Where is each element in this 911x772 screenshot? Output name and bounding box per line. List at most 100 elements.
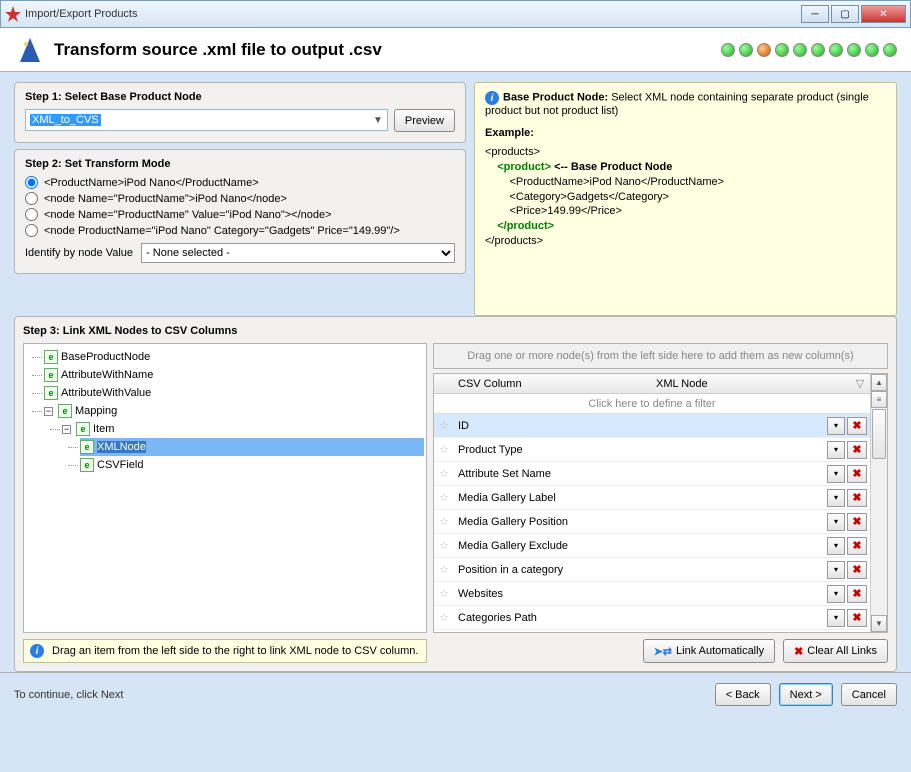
grid-header: CSV Column XML Node ▽ [434, 374, 870, 394]
step1-panel: Step 1: Select Base Product Node XML_to_… [14, 82, 466, 143]
continue-note: To continue, click Next [14, 689, 715, 701]
delete-button[interactable]: ✖ [847, 441, 867, 459]
filter-row[interactable]: Click here to define a filter [434, 394, 870, 414]
tree-node[interactable]: eAttributeWithValue [44, 384, 424, 402]
star-icon[interactable]: ☆ [434, 443, 454, 456]
info-icon: i [30, 644, 44, 658]
scroll-up-icon[interactable]: ▲ [871, 374, 887, 391]
maximize-button[interactable]: ▢ [831, 5, 859, 23]
footer: To continue, click Next < Back Next > Ca… [0, 672, 911, 716]
titlebar[interactable]: Import/Export Products ─ ▢ ✕ [0, 0, 911, 28]
grid-row[interactable]: ☆Media Gallery Position▾✖ [434, 510, 870, 534]
radio-input[interactable] [25, 176, 38, 189]
grid-row[interactable]: ☆Websites▾✖ [434, 582, 870, 606]
tree-node-selected[interactable]: eXMLNode [80, 438, 424, 456]
dropdown-button[interactable]: ▾ [827, 609, 845, 627]
transform-mode-option[interactable]: <node Name="ProductName" Value="iPod Nan… [25, 208, 455, 221]
radio-input[interactable] [25, 224, 38, 237]
drop-zone[interactable]: Drag one or more node(s) from the left s… [433, 343, 888, 369]
star-icon[interactable]: ☆ [434, 611, 454, 624]
base-node-combo[interactable]: XML_to_CVS ▼ [25, 109, 388, 131]
element-icon: e [44, 386, 58, 400]
dropdown-button[interactable]: ▾ [827, 417, 845, 435]
radio-input[interactable] [25, 208, 38, 221]
star-icon[interactable]: ☆ [434, 467, 454, 480]
step-dot [847, 43, 861, 57]
tree-node[interactable]: −eMapping [44, 402, 424, 420]
progress-dots [721, 43, 897, 57]
app-icon [5, 6, 21, 22]
close-button[interactable]: ✕ [861, 5, 906, 23]
transform-mode-option[interactable]: <node ProductName="iPod Nano" Category="… [25, 224, 455, 237]
clear-all-links-button[interactable]: ✖Clear All Links [783, 639, 888, 663]
scrollbar[interactable]: ▲ ≡ ▼ [870, 374, 887, 632]
delete-button[interactable]: ✖ [847, 609, 867, 627]
grid-row[interactable]: ☆Product Type▾✖ [434, 438, 870, 462]
wizard-icon [14, 34, 46, 66]
grid-row[interactable]: ☆Attribute Set Name▾✖ [434, 462, 870, 486]
tree-node[interactable]: −eItem [62, 420, 424, 438]
csv-column-cell: Media Gallery Position [454, 516, 827, 528]
csv-column-cell: Media Gallery Label [454, 492, 827, 504]
scroll-settings-icon[interactable]: ≡ [871, 391, 887, 408]
grid-row[interactable]: ☆Media Gallery Label▾✖ [434, 486, 870, 510]
csv-column-cell: Attribute Set Name [454, 468, 827, 480]
cancel-button[interactable]: Cancel [841, 683, 897, 706]
tree-node[interactable]: eCSVField [80, 456, 424, 474]
element-icon: e [44, 350, 58, 364]
star-icon[interactable]: ☆ [434, 563, 454, 576]
dropdown-button[interactable]: ▾ [827, 489, 845, 507]
collapse-icon[interactable]: − [62, 425, 71, 434]
xml-tree[interactable]: eBaseProductNode eAttributeWithName eAtt… [23, 343, 427, 633]
window-title: Import/Export Products [25, 8, 799, 20]
delete-button[interactable]: ✖ [847, 585, 867, 603]
header-xml-node[interactable]: XML Node [652, 378, 850, 390]
dropdown-button[interactable]: ▾ [827, 585, 845, 603]
star-icon[interactable]: ☆ [434, 515, 454, 528]
delete-button[interactable]: ✖ [847, 537, 867, 555]
dropdown-button[interactable]: ▾ [827, 537, 845, 555]
preview-button[interactable]: Preview [394, 109, 455, 132]
delete-button[interactable]: ✖ [847, 489, 867, 507]
delete-button[interactable]: ✖ [847, 561, 867, 579]
grid-row[interactable]: ☆Categories Path▾✖ [434, 606, 870, 630]
dropdown-button[interactable]: ▾ [827, 561, 845, 579]
link-automatically-button[interactable]: ➤⇄Link Automatically [643, 639, 775, 663]
dropdown-button[interactable]: ▾ [827, 441, 845, 459]
scroll-track[interactable] [871, 460, 887, 615]
scroll-down-icon[interactable]: ▼ [871, 615, 887, 632]
back-button[interactable]: < Back [715, 683, 771, 706]
dropdown-button[interactable]: ▾ [827, 513, 845, 531]
step1-legend: Step 1: Select Base Product Node [25, 91, 455, 103]
step2-panel: Step 2: Set Transform Mode <ProductName>… [14, 149, 466, 274]
sort-icon[interactable]: ▽ [850, 377, 870, 390]
star-icon[interactable]: ☆ [434, 491, 454, 504]
next-button[interactable]: Next > [779, 683, 833, 706]
grid-row[interactable]: ☆ID▾✖ [434, 414, 870, 438]
transform-mode-option[interactable]: <ProductName>iPod Nano</ProductName> [25, 176, 455, 189]
transform-mode-option[interactable]: <node Name="ProductName">iPod Nano</node… [25, 192, 455, 205]
csv-column-cell: Categories Path [454, 612, 827, 624]
grid-row[interactable]: ☆Position in a category▾✖ [434, 558, 870, 582]
tree-node[interactable]: eBaseProductNode [44, 348, 424, 366]
info-panel: iBase Product Node: Select XML node cont… [474, 82, 897, 316]
tree-node[interactable]: eAttributeWithName [44, 366, 424, 384]
radio-input[interactable] [25, 192, 38, 205]
info-title: Base Product Node: [503, 92, 608, 104]
identify-select[interactable]: - None selected - [141, 243, 455, 263]
info-icon: i [485, 91, 499, 105]
delete-button[interactable]: ✖ [847, 417, 867, 435]
scroll-thumb[interactable] [872, 409, 886, 459]
delete-button[interactable]: ✖ [847, 465, 867, 483]
dropdown-button[interactable]: ▾ [827, 465, 845, 483]
star-icon[interactable]: ☆ [434, 539, 454, 552]
star-icon[interactable]: ☆ [434, 419, 454, 432]
star-icon[interactable]: ☆ [434, 587, 454, 600]
minimize-button[interactable]: ─ [801, 5, 829, 23]
header-csv-column[interactable]: CSV Column [454, 378, 652, 390]
step3-panel: Step 3: Link XML Nodes to CSV Columns eB… [14, 316, 897, 672]
grid-row[interactable]: ☆Media Gallery Exclude▾✖ [434, 534, 870, 558]
collapse-icon[interactable]: − [44, 407, 53, 416]
step-dot [883, 43, 897, 57]
delete-button[interactable]: ✖ [847, 513, 867, 531]
